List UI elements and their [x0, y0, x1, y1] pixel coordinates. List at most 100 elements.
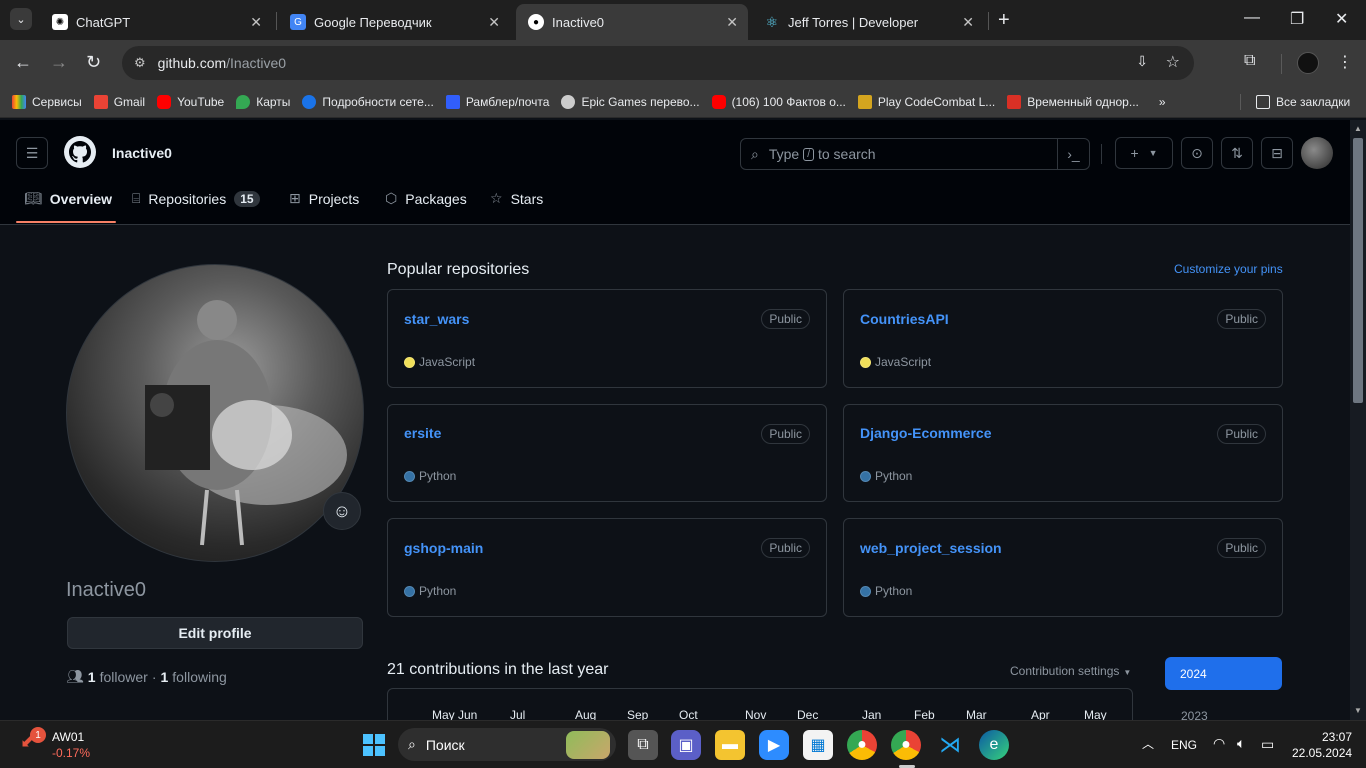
tab-packages[interactable]: ⬡ Packages: [385, 190, 467, 207]
pull-requests-icon[interactable]: ⇅: [1221, 137, 1253, 169]
following-label[interactable]: following: [172, 669, 226, 685]
close-icon[interactable]: ✕: [250, 14, 262, 31]
new-tab-plus-icon[interactable]: +: [998, 9, 1010, 32]
following-count[interactable]: 1: [161, 669, 169, 685]
more-menu-icon[interactable]: ⋮: [1337, 52, 1353, 72]
issues-icon[interactable]: ⊙: [1181, 137, 1213, 169]
bookmark-youtube[interactable]: YouTube: [157, 94, 224, 109]
command-palette-icon[interactable]: ›_: [1057, 139, 1089, 169]
bookmark-gmail[interactable]: Gmail: [93, 94, 145, 109]
hamburger-menu-icon[interactable]: ☰: [16, 137, 48, 169]
create-new-button[interactable]: + ▼: [1115, 137, 1173, 169]
page-scrollbar[interactable]: ▲ ▼: [1350, 120, 1366, 720]
tab-repositories[interactable]: ⌸ Repositories 15: [132, 190, 260, 207]
tab-projects[interactable]: ⊞ Projects: [289, 190, 359, 207]
minimize-icon[interactable]: —: [1244, 9, 1260, 27]
address-bar[interactable]: ⚙ github.com/Inactive0 ⇩ ☆: [122, 46, 1194, 80]
close-icon[interactable]: ✕: [962, 14, 974, 31]
contributions-title: 21 contributions in the last year: [387, 661, 609, 678]
followers-count[interactable]: 1: [88, 669, 96, 685]
repo-card: web_project_session Public Python: [843, 518, 1283, 617]
repo-name-link[interactable]: gshop-main: [404, 540, 483, 556]
clock-date[interactable]: 22.05.2024: [1292, 746, 1352, 760]
all-bookmarks-label: Все закладки: [1276, 94, 1351, 109]
bookmark-youtube-facts[interactable]: (106) 100 Фактов о...: [711, 94, 846, 109]
volume-icon[interactable]: 🔈︎: [1237, 735, 1245, 752]
teams-meet-icon[interactable]: ▣: [671, 730, 701, 760]
tab-jeff-torres[interactable]: ⚛ Jeff Torres | Developer ✕: [752, 4, 984, 40]
profile-avatar[interactable]: [1297, 52, 1319, 74]
followers-label[interactable]: follower: [100, 669, 148, 685]
edge-icon[interactable]: e: [979, 730, 1009, 760]
clock-time[interactable]: 23:07: [1322, 730, 1352, 744]
forward-arrow-icon[interactable]: →: [50, 52, 68, 73]
repo-count-badge: 15: [234, 190, 260, 207]
back-arrow-icon[interactable]: ←: [14, 52, 32, 73]
visibility-badge: Public: [761, 424, 810, 444]
header-username[interactable]: Inactive0: [112, 145, 172, 161]
all-bookmarks[interactable]: Все закладки: [1256, 94, 1351, 109]
bookmark-epic[interactable]: Epic Games перево...: [561, 94, 700, 109]
repo-icon: ⌸: [132, 190, 141, 206]
close-icon[interactable]: ✕: [488, 14, 500, 31]
ms-store-icon[interactable]: ▦: [803, 730, 833, 760]
edit-profile-button[interactable]: Edit profile: [67, 617, 363, 649]
search-input[interactable]: ⌕ Type / to search ›_: [740, 138, 1090, 170]
windows-start-icon[interactable]: [359, 730, 389, 760]
bookmark-maps[interactable]: Карты: [236, 94, 290, 109]
year-2023-button[interactable]: 2023: [1181, 709, 1208, 720]
repo-name-link[interactable]: CountriesAPI: [860, 311, 949, 327]
reload-icon[interactable]: ↻: [86, 52, 101, 73]
stock-change: -0.17%: [52, 746, 91, 760]
tab-github-inactive0[interactable]: ● Inactive0 ✕: [516, 4, 748, 40]
repo-name-link[interactable]: web_project_session: [860, 540, 1002, 556]
close-icon[interactable]: ✕: [726, 14, 738, 31]
tab-google-translate[interactable]: G Google Переводчик ✕: [278, 4, 510, 40]
profile-avatar-large[interactable]: [66, 264, 364, 562]
site-info-icon[interactable]: ⚙: [134, 55, 146, 71]
bookmark-codecombat[interactable]: Play CodeCombat L...: [857, 94, 995, 109]
bookmark-star-icon[interactable]: ☆: [1166, 52, 1180, 72]
tab-stars[interactable]: ☆ Stars: [490, 190, 543, 207]
user-avatar[interactable]: [1301, 137, 1333, 169]
bookmark-rambler[interactable]: Рамблер/почта: [445, 94, 549, 109]
input-language[interactable]: ENG: [1171, 738, 1197, 752]
stock-widget[interactable]: ⬋ 1: [20, 727, 46, 757]
language-color-dot: [860, 356, 871, 368]
chrome-icon[interactable]: ●: [891, 730, 921, 760]
customize-pins-link[interactable]: Customize your pins: [1174, 262, 1283, 276]
wifi-icon[interactable]: ◠: [1213, 735, 1225, 752]
repo-name-link[interactable]: star_wars: [404, 311, 469, 327]
contribution-settings-dropdown[interactable]: Contribution settings ▼: [1010, 664, 1131, 678]
show-hidden-icons-chevron-icon[interactable]: ︿: [1142, 735, 1154, 752]
month-label: Dec: [797, 708, 819, 720]
github-logo-icon[interactable]: [64, 136, 96, 168]
set-status-smiley-icon[interactable]: ☺: [323, 492, 361, 530]
year-2024-button[interactable]: 2024: [1165, 657, 1282, 690]
inbox-icon[interactable]: ⊟: [1261, 137, 1293, 169]
battery-icon[interactable]: ▭: [1261, 736, 1274, 753]
install-app-icon[interactable]: ⇩: [1136, 53, 1148, 70]
tab-chatgpt[interactable]: ✺ ChatGPT ✕: [40, 4, 272, 40]
extensions-puzzle-icon[interactable]: ⧉: [1244, 52, 1255, 70]
scroll-thumb[interactable]: [1353, 138, 1363, 403]
language-label: Python: [875, 469, 913, 483]
task-view-icon[interactable]: ⧉: [628, 730, 658, 760]
vscode-icon[interactable]: ⋊: [935, 730, 965, 760]
zoom-icon[interactable]: ▶: [759, 730, 789, 760]
scroll-up-icon[interactable]: ▲: [1354, 124, 1362, 133]
bookmarks-overflow-chevron-icon[interactable]: »: [1159, 95, 1166, 109]
restore-icon[interactable]: ❐: [1290, 9, 1304, 29]
file-explorer-icon[interactable]: ▬: [715, 730, 745, 760]
tab-overview[interactable]: 📖︎ Overview: [24, 190, 112, 207]
taskbar-search[interactable]: ⌕ Поиск: [398, 728, 616, 761]
bookmark-network[interactable]: Подробности сете...: [302, 94, 434, 109]
chrome-profile-icon[interactable]: ●: [847, 730, 877, 760]
bookmark-services[interactable]: Сервисы: [12, 94, 82, 109]
repo-name-link[interactable]: ersite: [404, 425, 441, 441]
tab-search-chevron-icon[interactable]: ⌄: [10, 8, 32, 30]
repo-name-link[interactable]: Django-Ecommerce: [860, 425, 991, 441]
bookmark-temp-mail[interactable]: Временный однор...: [1007, 94, 1139, 109]
scroll-down-icon[interactable]: ▼: [1354, 706, 1362, 715]
close-window-icon[interactable]: ✕: [1335, 9, 1348, 29]
